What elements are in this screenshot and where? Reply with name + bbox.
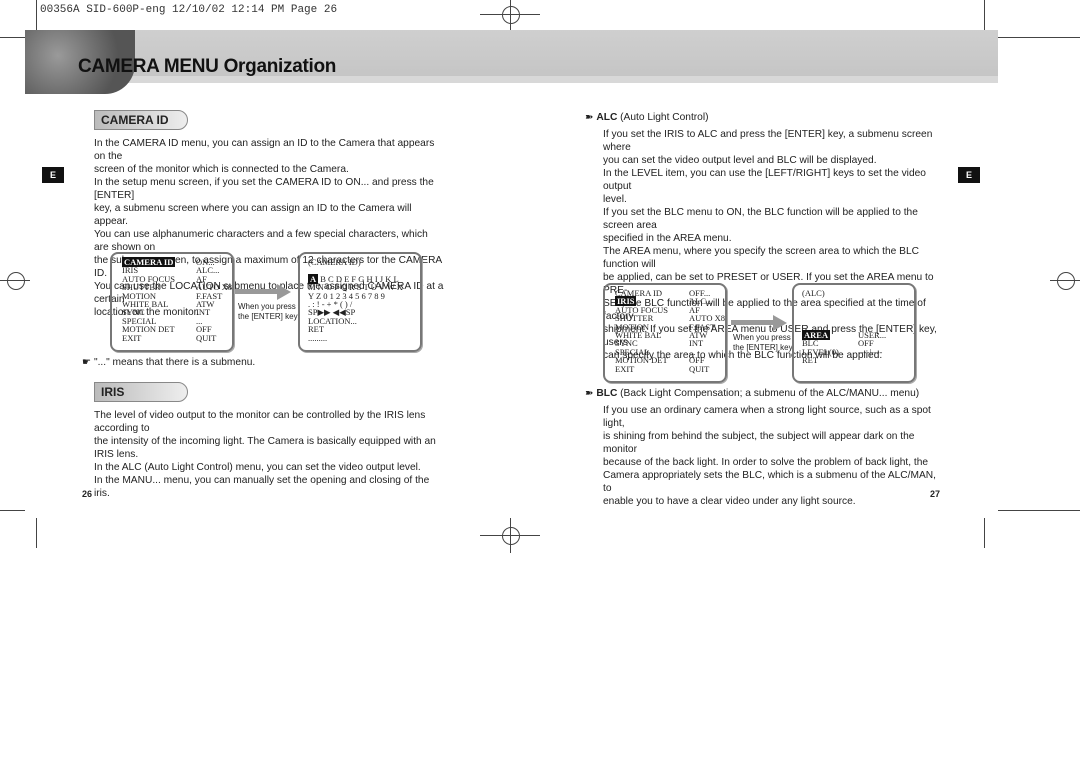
- menu-item-value: QUIT: [196, 332, 217, 343]
- page-number-right: 27: [930, 489, 941, 499]
- registration-mark: [502, 6, 520, 24]
- crop-mark: [984, 0, 985, 30]
- arrow-head: [773, 315, 787, 331]
- registration-mark: [1057, 272, 1075, 290]
- side-tab-right: E: [958, 167, 980, 183]
- menu-row: EXIT QUIT: [112, 332, 232, 343]
- arrow: [235, 289, 277, 294]
- crop-mark: [0, 510, 25, 511]
- arrow-head: [277, 284, 291, 300]
- submenu-item-value: ----|----: [858, 346, 883, 357]
- crop-mark: [36, 0, 37, 30]
- submenu-title: (ALC): [802, 288, 825, 298]
- pointing-hand-icon: ☛: [82, 357, 94, 368]
- submenu-note: ☛ "..." means that there is a submenu.: [82, 357, 256, 368]
- print-header: 00356A SID-600P-eng 12/10/02 12:14 PM Pa…: [40, 4, 338, 16]
- crop-mark: [998, 37, 1080, 38]
- page-title: CAMERA MENU Organization: [78, 56, 337, 77]
- side-tab-left: E: [42, 167, 64, 183]
- arrow-bullet-icon: ➽: [585, 112, 597, 123]
- blc-text: If you use an ordinary camera when a str…: [603, 405, 936, 507]
- section-heading-iris: IRIS: [94, 382, 188, 402]
- menu-row: EXIT QUIT: [605, 363, 725, 374]
- section-heading-camera-id: CAMERA ID: [94, 110, 188, 130]
- arrow: [731, 320, 773, 325]
- menu-item-value: QUIT: [689, 363, 710, 374]
- menu-item-label: EXIT: [122, 332, 142, 343]
- crop-mark: [998, 510, 1080, 511]
- page-number-left: 26: [82, 489, 93, 499]
- arrow-bullet-icon: ➽: [585, 388, 597, 399]
- enter-key-note: When you press the [ENTER] key: [733, 333, 793, 352]
- submenu-item-label: RET: [802, 355, 819, 366]
- crop-mark: [36, 518, 37, 548]
- registration-mark: [502, 527, 520, 545]
- blc-heading: ➽ BLC (Back Light Compensation; a submen…: [585, 388, 920, 399]
- camera-id-submenu-screen: (CAMERA ID) A B C D E F G H I J K LM N O …: [298, 252, 422, 352]
- crop-mark: [0, 37, 25, 38]
- crop-mark: [984, 518, 985, 548]
- submenu-line: .........: [308, 332, 328, 343]
- enter-key-note: When you press the [ENTER] key: [238, 302, 298, 321]
- alc-heading: ➽ ALC (Auto Light Control): [585, 112, 709, 123]
- setup-menu-screen-alc: CAMERA ID OFF... IRIS ALC... AUTO FOCUS AF SHU…: [603, 283, 727, 383]
- submenu-row: RET: [794, 355, 914, 366]
- registration-mark: [7, 272, 25, 290]
- alc-submenu-screen: (ALC) AREA USER... BLC OFF LEVEL(0) ----|---- R…: [792, 283, 916, 383]
- setup-menu-screen: CAMERA ID ON... IRIS ALC... AUTO FOCUS AF SHUT…: [110, 252, 234, 352]
- menu-item-label: EXIT: [615, 363, 635, 374]
- submenu-line: (CAMERA ID): [308, 257, 361, 267]
- iris-text: The level of video output to the monitor…: [94, 410, 436, 499]
